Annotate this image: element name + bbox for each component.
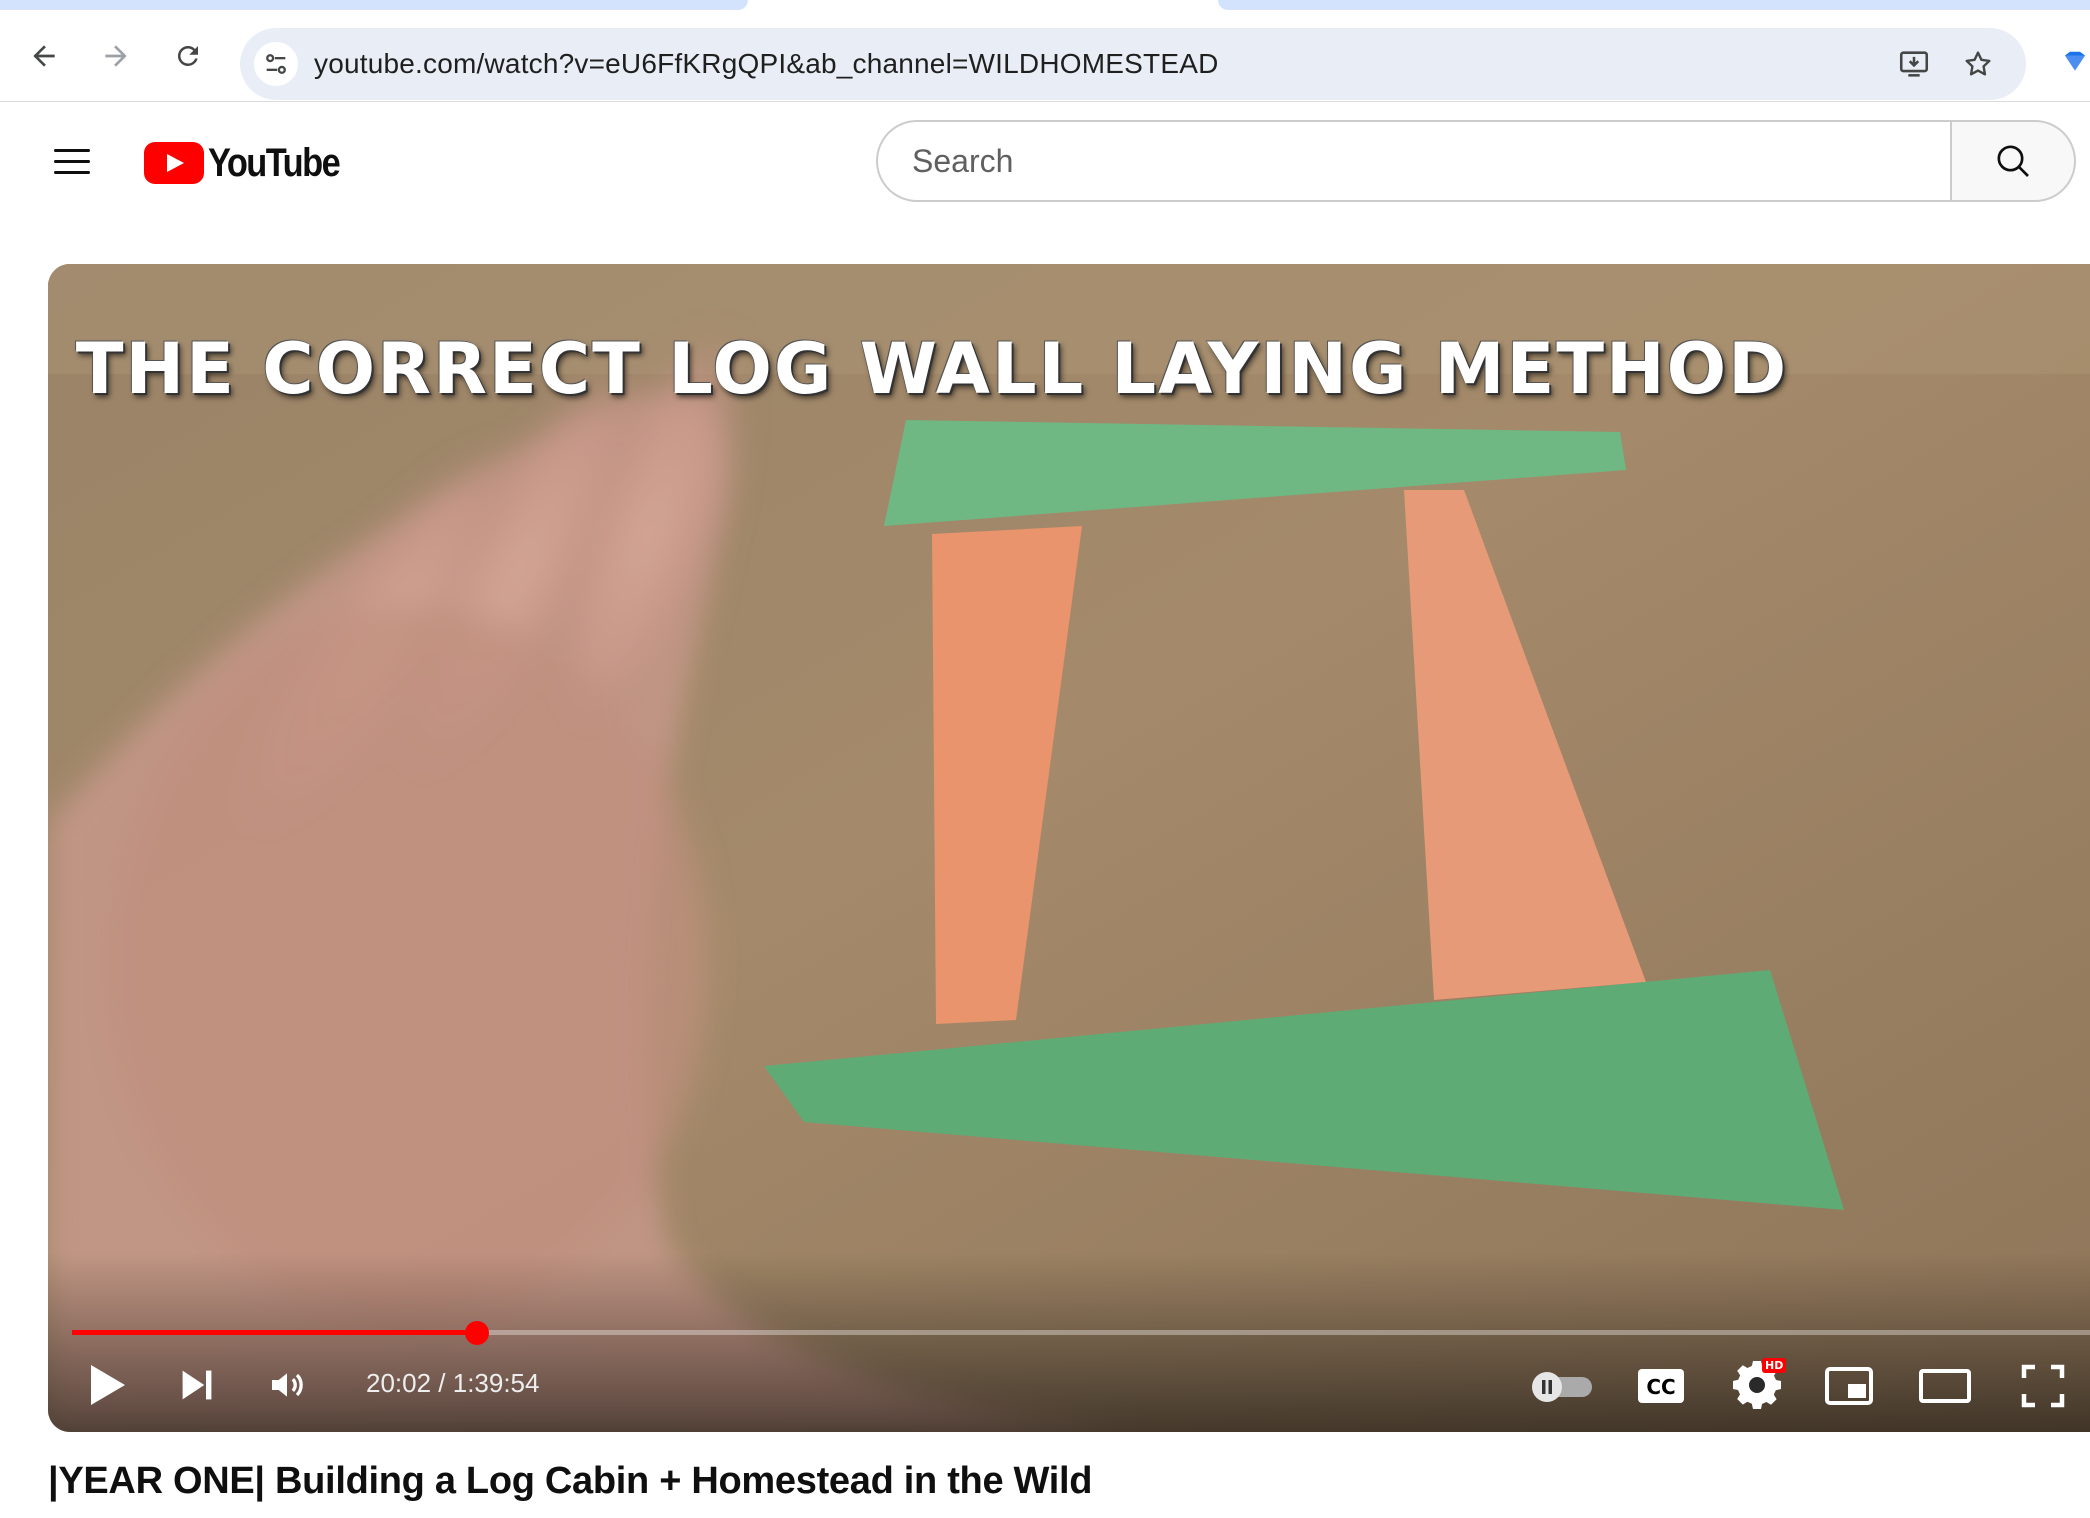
autoplay-toggle-icon (1532, 1372, 1592, 1402)
search-icon (1997, 145, 2029, 177)
forward-arrow-icon (105, 45, 127, 67)
autoplay-toggle[interactable] (1528, 1356, 1598, 1416)
progress-bar[interactable] (72, 1321, 2090, 1345)
youtube-play-logo-icon (144, 142, 204, 184)
theater-mode-button[interactable] (1908, 1356, 1982, 1416)
tab-strip (0, 0, 2090, 10)
search-box (876, 120, 2076, 202)
bookmark-button[interactable] (1960, 46, 1996, 82)
volume-icon (272, 1373, 303, 1397)
youtube-masthead: YouTube (0, 102, 2090, 220)
install-app-button[interactable] (1896, 46, 1932, 82)
settings-button[interactable]: HD (1722, 1352, 1792, 1418)
browser-toolbar: youtube.com/watch?v=eU6FfKRgQPI&ab_chann… (0, 10, 2090, 102)
reload-icon (177, 45, 198, 66)
reload-button[interactable] (168, 36, 208, 76)
theater-mode-icon (1919, 1369, 1971, 1403)
search-input[interactable] (876, 120, 1950, 202)
video-title: |YEAR ONE| Building a Log Cabin + Homest… (48, 1460, 1093, 1502)
browser-tab[interactable] (0, 0, 748, 10)
miniplayer-button[interactable] (1814, 1356, 1884, 1416)
forward-button[interactable] (96, 36, 136, 76)
video-overlay-title: THE CORRECT LOG WALL LAYING METHOD (75, 328, 1789, 410)
subtitles-button[interactable]: CC (1626, 1356, 1696, 1416)
extension-icon[interactable] (2060, 48, 2090, 78)
hd-badge: HD (1762, 1358, 1787, 1373)
fullscreen-button[interactable] (2008, 1354, 2078, 1418)
guide-menu-button[interactable] (50, 140, 94, 184)
closed-captions-icon: CC (1638, 1369, 1684, 1403)
progress-scrubber[interactable] (465, 1321, 489, 1345)
video-player[interactable]: THE CORRECT LOG WALL LAYING METHOD 20:02… (48, 264, 2090, 1432)
fullscreen-icon (2021, 1364, 2065, 1408)
next-button[interactable] (162, 1350, 232, 1420)
miniplayer-icon (1825, 1367, 1873, 1405)
install-app-icon (1899, 51, 1929, 77)
address-bar[interactable]: youtube.com/watch?v=eU6FfKRgQPI&ab_chann… (240, 28, 2026, 100)
progress-played (72, 1330, 477, 1335)
hamburger-icon (54, 149, 90, 152)
svg-text:CC: CC (1646, 1375, 1675, 1399)
site-settings-icon (266, 54, 286, 74)
url-text[interactable]: youtube.com/watch?v=eU6FfKRgQPI&ab_chann… (314, 48, 1219, 80)
play-button[interactable] (72, 1350, 142, 1420)
next-icon (182, 1370, 212, 1400)
site-settings-button[interactable] (254, 42, 298, 86)
bookmark-star-icon (1965, 51, 1991, 76)
browser-tab[interactable] (1218, 0, 2090, 10)
play-icon (91, 1365, 125, 1405)
search-button[interactable] (1950, 120, 2076, 202)
youtube-logo[interactable]: YouTube (144, 140, 361, 186)
time-display: 20:02 / 1:39:54 (366, 1368, 540, 1398)
back-arrow-icon (33, 45, 55, 67)
logo-text: YouTube (208, 140, 341, 185)
back-button[interactable] (24, 36, 64, 76)
mute-button[interactable] (252, 1350, 322, 1420)
